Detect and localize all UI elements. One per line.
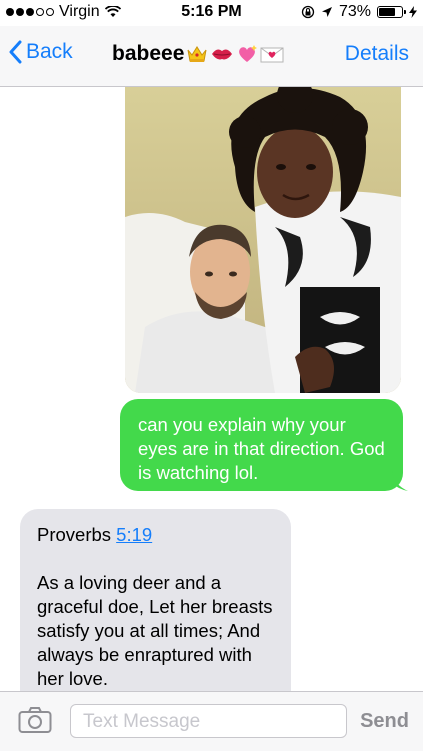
received-message-reference: Proverbs 5:19 <box>37 523 277 547</box>
sparkling-heart-emoji-icon <box>236 44 258 64</box>
chevron-left-icon <box>9 40 22 64</box>
sent-bubble-tail <box>392 471 408 491</box>
send-button[interactable]: Send <box>360 710 409 733</box>
details-button[interactable]: Details <box>345 42 409 66</box>
selfie-couple-photo <box>125 87 401 393</box>
photo-message[interactable] <box>125 87 401 393</box>
status-bar: Virgin 5:16 PM 73% <box>0 0 423 26</box>
text-message-placeholder: Text Message <box>83 711 201 732</box>
charging-bolt-icon <box>409 6 417 18</box>
camera-button[interactable] <box>18 706 52 739</box>
camera-icon <box>18 707 52 733</box>
received-message-text: As a loving deer and a graceful doe, Let… <box>37 572 273 689</box>
sent-message-text: can you explain why your eyes are in tha… <box>138 414 385 483</box>
conversation-title[interactable]: babeee <box>112 42 284 66</box>
reference-prefix: Proverbs <box>37 524 117 545</box>
status-indicators: 73% <box>301 3 417 21</box>
battery-icon <box>377 6 406 18</box>
received-message-bubble[interactable]: Proverbs 5:19 As a loving deer and a gra… <box>20 509 291 691</box>
kiss-lips-emoji-icon <box>210 46 234 62</box>
text-message-input[interactable]: Text Message <box>70 704 347 738</box>
back-button[interactable]: Back <box>8 40 73 64</box>
message-input-bar: Text Message Send <box>0 691 423 751</box>
contact-name: babeee <box>112 42 185 65</box>
message-thread[interactable]: can you explain why your eyes are in tha… <box>0 87 423 691</box>
reference-link[interactable]: 5:19 <box>116 524 152 545</box>
love-letter-emoji-icon <box>260 45 284 63</box>
navigation-bar: Back babeee Details <box>0 26 423 87</box>
back-button-label: Back <box>26 40 73 63</box>
orientation-lock-icon <box>301 5 315 19</box>
battery-percentage: 73% <box>338 3 371 20</box>
crown-emoji-icon <box>186 44 208 64</box>
location-arrow-icon <box>321 7 332 17</box>
sent-message-bubble[interactable]: can you explain why your eyes are in tha… <box>120 399 403 491</box>
